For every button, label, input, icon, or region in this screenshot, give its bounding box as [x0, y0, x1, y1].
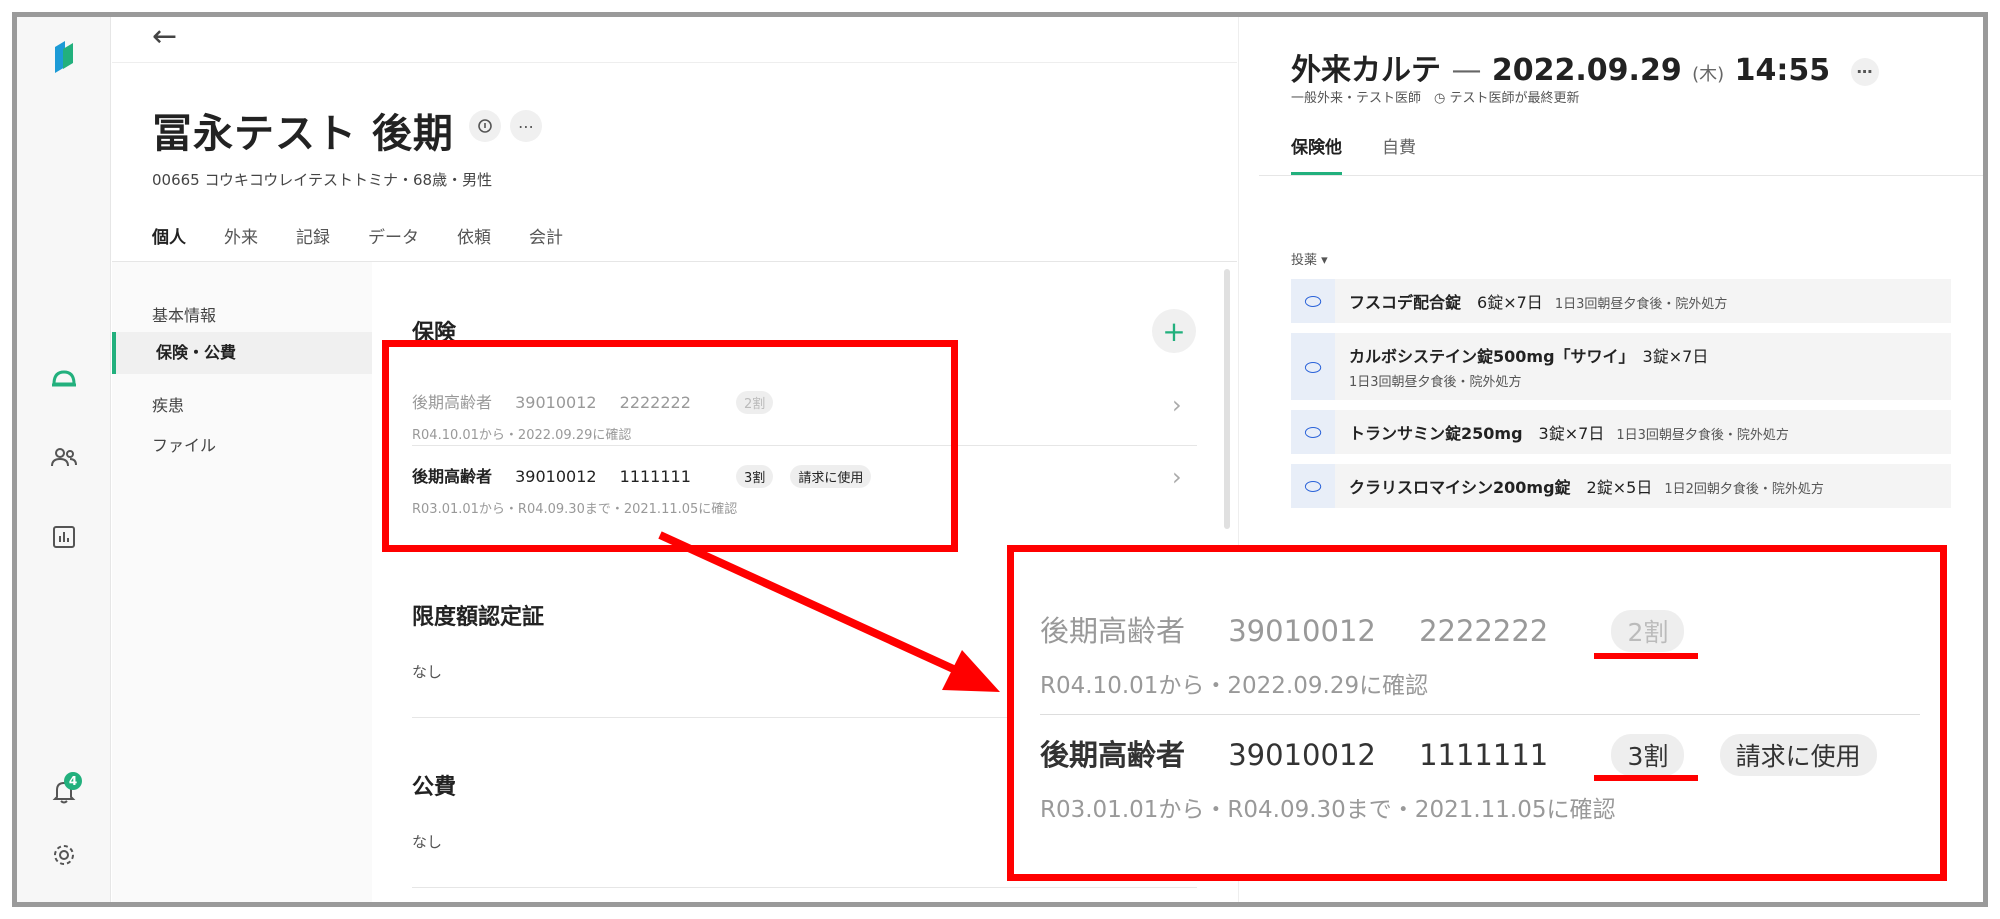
- patient-scrollbar[interactable]: [1224, 269, 1230, 529]
- comment-icon[interactable]: [469, 110, 501, 142]
- prescription-list: ⬭ フスコデ配合錠 6錠×7日 1日3回朝昼夕食後・院外処方 ⬭ カルボシステイン…: [1291, 279, 1951, 518]
- annotation-highlight-box: [382, 340, 958, 552]
- prescription-item[interactable]: ⬭ クラリスロマイシン200mg錠 2錠×5日 1日2回朝夕食後・院外処方: [1291, 464, 1951, 508]
- back-arrow-icon[interactable]: ←: [152, 19, 177, 54]
- nav-rail: 4: [17, 17, 111, 902]
- annotation-underline: [1594, 775, 1698, 781]
- insurance-type: 後期高齢者: [1040, 738, 1186, 772]
- drug-name: カルボシステイン錠500mg「サワイ」: [1349, 347, 1627, 366]
- insurance-period: R03.01.01から・R04.09.30まで・2021.11.05に確認: [1040, 797, 1616, 823]
- drug-name: フスコデ配合錠: [1349, 293, 1462, 312]
- patient-tabs: 個人 外来 記録 データ 依頼 会計: [152, 223, 563, 265]
- pill-icon: ⬭: [1291, 410, 1335, 454]
- tab-data[interactable]: データ: [368, 223, 419, 265]
- chart-date: 2022.09.29: [1491, 53, 1682, 88]
- add-insurance-button[interactable]: +: [1152, 309, 1196, 353]
- top-bar: ←: [112, 17, 1237, 63]
- patient-side-menu: 基本情報 保険・公費 疾患 ファイル: [112, 262, 372, 902]
- divider: [1040, 714, 1920, 715]
- public-expense-value: なし: [412, 833, 443, 851]
- notification-badge: 4: [64, 772, 82, 790]
- side-item-basic-info[interactable]: 基本情報: [152, 302, 216, 326]
- side-item-insurance[interactable]: 保険・公費: [112, 332, 372, 374]
- divider: [412, 887, 1197, 888]
- drug-usage: 1日3回朝昼夕食後・院外処方: [1349, 375, 1522, 390]
- drug-dose: 2錠×5日: [1586, 478, 1653, 497]
- tab-requests[interactable]: 依頼: [457, 223, 491, 265]
- chart-meta: 一般外来・テスト医師 ◷ テスト医師が最終更新: [1291, 91, 1580, 106]
- drug-usage: 1日3回朝昼夕食後・院外処方: [1554, 297, 1728, 312]
- drug-usage: 1日2回朝夕食後・院外処方: [1664, 482, 1824, 497]
- settings-gear-icon[interactable]: [44, 835, 84, 875]
- chart-weekday: (木): [1692, 64, 1725, 85]
- chevron-right-icon[interactable]: ›: [1172, 463, 1182, 491]
- prescription-section-toggle[interactable]: 投薬 ▾: [1291, 249, 1328, 268]
- copay-rate-badge: 2割: [1611, 610, 1685, 652]
- tab-insurance-other[interactable]: 保険他: [1291, 133, 1342, 175]
- drug-dose: 3錠×7日: [1642, 347, 1709, 366]
- limit-certificate-title: 限度額認定証: [412, 605, 545, 630]
- drug-usage: 1日3回朝昼夕食後・院外処方: [1616, 428, 1789, 443]
- home-icon[interactable]: [44, 357, 84, 397]
- chart-title: 外来カルテ — 2022.09.29 (木) 14:55 ⋯: [1291, 45, 1879, 89]
- annotation-zoom-callout: 後期高齢者 39010012 2222222 2割 R04.10.01から・20…: [1007, 545, 1947, 881]
- zoomed-insurance-row: 後期高齢者 39010012 2222222 2割 R04.10.01から・20…: [1040, 608, 1920, 700]
- chart-scrollbar[interactable]: [1984, 182, 1988, 482]
- drug-name: トランサミン錠250mg: [1349, 424, 1523, 443]
- prescription-item[interactable]: ⬭ カルボシステイン錠500mg「サワイ」 3錠×7日 1日3回朝昼夕食後・院外処…: [1291, 333, 1951, 400]
- chart-more-icon[interactable]: ⋯: [1850, 57, 1879, 86]
- chart-tabs: 保険他 自費: [1291, 133, 1416, 175]
- tab-personal[interactable]: 個人: [152, 223, 186, 265]
- pill-icon: ⬭: [1291, 464, 1335, 508]
- prescription-item[interactable]: ⬭ フスコデ配合錠 6錠×7日 1日3回朝昼夕食後・院外処方: [1291, 279, 1951, 323]
- zoomed-insurance-row: 後期高齢者 39010012 1111111 3割 請求に使用 R03.01.0…: [1040, 732, 1920, 824]
- drug-dose: 6錠×7日: [1477, 293, 1543, 312]
- tab-records[interactable]: 記録: [296, 223, 330, 265]
- notification-bell-icon[interactable]: 4: [44, 772, 84, 812]
- insured-number: 1111111: [1419, 738, 1549, 772]
- prescription-item[interactable]: ⬭ トランサミン錠250mg 3錠×7日 1日3回朝昼夕食後・院外処方: [1291, 410, 1951, 454]
- report-chart-icon[interactable]: [44, 517, 84, 557]
- insured-number: 2222222: [1419, 614, 1549, 648]
- chevron-right-icon[interactable]: ›: [1172, 391, 1182, 419]
- chart-title-text: 外来カルテ: [1291, 53, 1441, 88]
- more-options-icon[interactable]: ⋯: [510, 110, 542, 142]
- app-logo-icon[interactable]: [44, 37, 84, 77]
- tab-outpatient[interactable]: 外来: [224, 223, 258, 265]
- drug-dose: 3錠×7日: [1538, 424, 1605, 443]
- pill-icon: ⬭: [1291, 279, 1335, 323]
- insurer-number: 39010012: [1228, 614, 1376, 648]
- tab-self-pay[interactable]: 自費: [1382, 133, 1416, 175]
- drug-name: クラリスロマイシン200mg錠: [1349, 478, 1571, 497]
- annotation-underline: [1594, 653, 1698, 659]
- patient-subtitle: 00665 コウキコウレイテストトミナ・68歳・男性: [152, 171, 493, 189]
- pill-icon: ⬭: [1291, 333, 1335, 400]
- chart-tab-divider: [1259, 175, 1983, 176]
- side-item-disease[interactable]: 疾患: [152, 392, 184, 416]
- insurance-period: R04.10.01から・2022.09.29に確認: [1040, 673, 1429, 699]
- billing-status-badge: 請求に使用: [1719, 734, 1877, 776]
- chart-time: 14:55: [1734, 53, 1831, 88]
- insurer-number: 39010012: [1228, 738, 1376, 772]
- insurance-type: 後期高齢者: [1040, 614, 1186, 648]
- chart-title-separator: —: [1451, 53, 1482, 88]
- side-item-files[interactable]: ファイル: [152, 432, 216, 456]
- copay-rate-badge: 3割: [1611, 734, 1685, 776]
- limit-certificate-value: なし: [412, 663, 443, 681]
- screenshot-frame: 4 ← 冨永テスト 後期 ⋯ 00665 コウキコウレイテストトミナ・68歳・男…: [12, 12, 1988, 907]
- patient-name: 冨永テスト 後期: [152, 111, 454, 157]
- patients-icon[interactable]: [44, 437, 84, 477]
- tab-billing[interactable]: 会計: [529, 223, 563, 265]
- public-expense-title: 公費: [412, 775, 457, 800]
